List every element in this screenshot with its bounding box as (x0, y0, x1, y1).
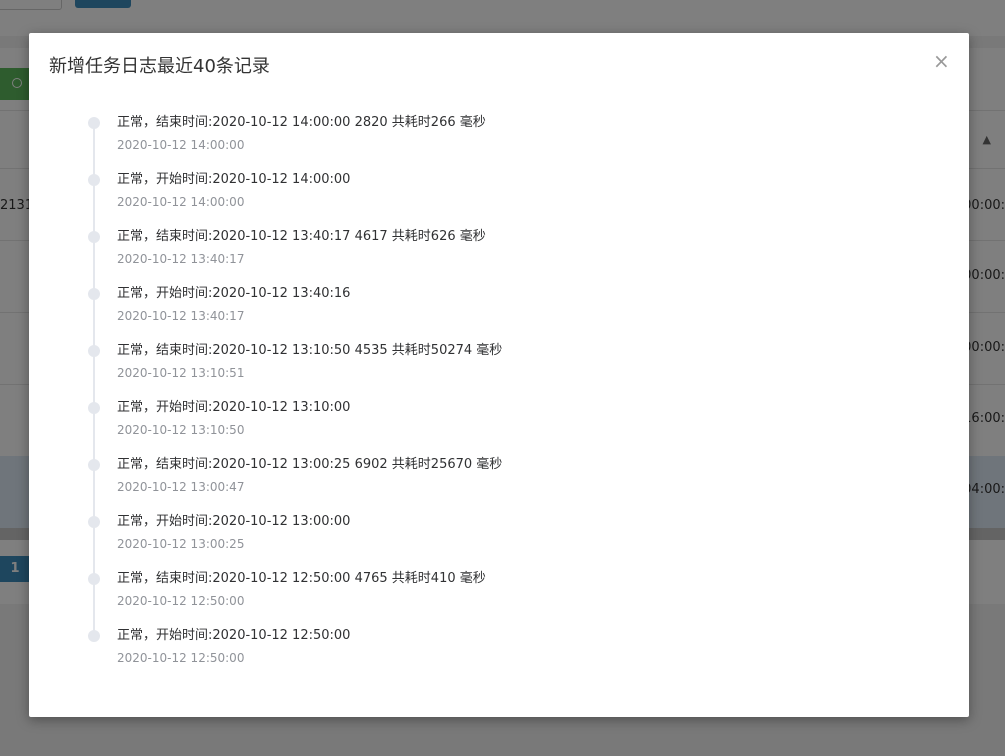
timeline-content: 正常，结束时间:2020-10-12 14:00:00 2820 共耗时266 … (117, 115, 486, 130)
timeline-content: 正常，开始时间:2020-10-12 13:00:00 (117, 514, 351, 529)
timeline-timestamp: 2020-10-12 13:10:50 (117, 423, 245, 437)
timeline-dot-icon (88, 117, 100, 129)
timeline-timestamp: 2020-10-12 12:50:00 (117, 651, 245, 665)
timeline-dot-icon (88, 288, 100, 300)
timeline-timestamp: 2020-10-12 12:50:00 (117, 594, 245, 608)
close-icon[interactable]: × (933, 51, 950, 71)
timeline-dot-icon (88, 231, 100, 243)
timeline-dot-icon (88, 345, 100, 357)
timeline-timestamp: 2020-10-12 13:00:25 (117, 537, 245, 551)
timeline-dot-icon (88, 459, 100, 471)
timeline-content: 正常，开始时间:2020-10-12 14:00:00 (117, 172, 351, 187)
timeline-content: 正常，开始时间:2020-10-12 12:50:00 (117, 628, 351, 643)
timeline-item: 正常，开始时间:2020-10-12 13:40:16 2020-10-12 1… (87, 286, 927, 343)
task-log-modal: 新增任务日志最近40条记录 × 正常，结束时间:2020-10-12 14:00… (29, 33, 969, 717)
timeline-timestamp: 2020-10-12 13:40:17 (117, 309, 245, 323)
timeline-content: 正常，结束时间:2020-10-12 12:50:00 4765 共耗时410 … (117, 571, 486, 586)
timeline-content: 正常，结束时间:2020-10-12 13:00:25 6902 共耗时2567… (117, 457, 503, 472)
timeline-content: 正常，结束时间:2020-10-12 13:40:17 4617 共耗时626 … (117, 229, 486, 244)
timeline-item: 正常，开始时间:2020-10-12 12:50:00 2020-10-12 1… (87, 628, 927, 685)
timeline-dot-icon (88, 402, 100, 414)
modal-title: 新增任务日志最近40条记录 (49, 56, 270, 77)
timeline-item: 正常，结束时间:2020-10-12 13:00:25 6902 共耗时2567… (87, 457, 927, 514)
timeline-timestamp: 2020-10-12 13:00:47 (117, 480, 245, 494)
log-timeline: 正常，结束时间:2020-10-12 14:00:00 2820 共耗时266 … (87, 115, 927, 685)
timeline-dot-icon (88, 573, 100, 585)
timeline-item: 正常，结束时间:2020-10-12 13:10:50 4535 共耗时5027… (87, 343, 927, 400)
timeline-content: 正常，结束时间:2020-10-12 13:10:50 4535 共耗时5027… (117, 343, 503, 358)
timeline-item: 正常，开始时间:2020-10-12 13:00:00 2020-10-12 1… (87, 514, 927, 571)
timeline-timestamp: 2020-10-12 14:00:00 (117, 138, 245, 152)
timeline-item: 正常，结束时间:2020-10-12 14:00:00 2820 共耗时266 … (87, 115, 927, 172)
timeline-content: 正常，开始时间:2020-10-12 13:40:16 (117, 286, 351, 301)
timeline-content: 正常，开始时间:2020-10-12 13:10:00 (117, 400, 351, 415)
timeline-item: 正常，结束时间:2020-10-12 12:50:00 4765 共耗时410 … (87, 571, 927, 628)
timeline-dot-icon (88, 174, 100, 186)
timeline-timestamp: 2020-10-12 14:00:00 (117, 195, 245, 209)
timeline-timestamp: 2020-10-12 13:40:17 (117, 252, 245, 266)
timeline-dot-icon (88, 516, 100, 528)
timeline-timestamp: 2020-10-12 13:10:51 (117, 366, 245, 380)
timeline-item: 正常，结束时间:2020-10-12 13:40:17 4617 共耗时626 … (87, 229, 927, 286)
timeline-item: 正常，开始时间:2020-10-12 13:10:00 2020-10-12 1… (87, 400, 927, 457)
timeline-dot-icon (88, 630, 100, 642)
timeline-item: 正常，开始时间:2020-10-12 14:00:00 2020-10-12 1… (87, 172, 927, 229)
